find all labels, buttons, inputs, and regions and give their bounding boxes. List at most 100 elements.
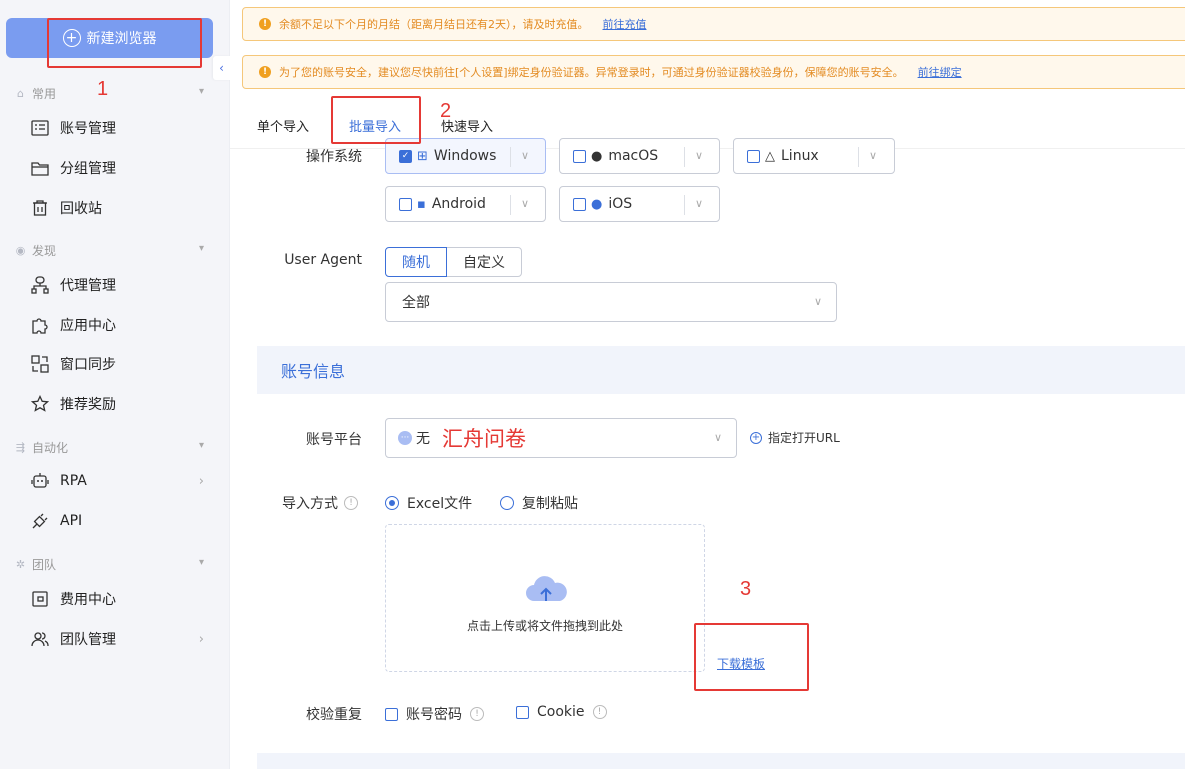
os-linux-option[interactable]: △ Linux ∨ xyxy=(733,138,895,174)
chevron-down-icon[interactable]: ∨ xyxy=(521,197,529,210)
checkbox-checked-icon: ✓ xyxy=(399,149,412,163)
platform-value: 无 xyxy=(416,431,430,447)
chevron-down-icon[interactable]: ∨ xyxy=(869,149,877,162)
balance-alert: ! 余额不足以下个月的月结（距离月结日还有2天），请及时充值。 前往充值 xyxy=(242,7,1185,41)
info-icon[interactable]: ! xyxy=(470,707,484,721)
sidebar-item-accounts[interactable]: 账号管理 xyxy=(30,116,210,140)
recharge-link[interactable]: 前往充值 xyxy=(603,16,647,32)
users-icon xyxy=(30,629,50,649)
import-excel-radio[interactable]: Excel文件 xyxy=(385,493,472,513)
annotation-number-3: 3 xyxy=(740,578,752,600)
os-label: 操作系统 xyxy=(306,149,362,165)
open-url-label: 指定打开URL xyxy=(768,431,840,445)
open-url-button[interactable]: + 指定打开URL xyxy=(750,429,840,446)
warning-icon: ! xyxy=(259,66,271,78)
dup-cookie-checkbox[interactable]: Cookie ! xyxy=(516,704,607,720)
os-name: Android xyxy=(431,196,486,212)
wallet-icon xyxy=(30,589,50,609)
sidebar-item-api[interactable]: API xyxy=(30,509,210,533)
import-paste-radio[interactable]: 复制粘贴 xyxy=(500,493,578,513)
android-icon: ▪ xyxy=(417,196,426,212)
checkbox-label: Cookie xyxy=(537,704,585,720)
sidebar-item-label: 窗口同步 xyxy=(60,357,116,373)
os-android-option[interactable]: ▪ Android ∨ xyxy=(385,186,546,222)
group-header-discover[interactable]: ◉ 发现 ▾ xyxy=(14,241,204,259)
sidebar-item-label: 应用中心 xyxy=(60,318,116,334)
group-label: 自动化 xyxy=(32,440,69,455)
alert-text: 为了您的账号安全，建议您尽快前往[个人设置]绑定身份验证器。异常登录时，可通过身… xyxy=(279,66,904,79)
dup-check-label: 校验重复 xyxy=(306,707,362,723)
checkbox-icon xyxy=(385,707,398,721)
chevron-right-icon: › xyxy=(198,473,204,489)
sidebar-item-billing[interactable]: 费用中心 xyxy=(30,587,210,611)
sync-window-icon xyxy=(30,354,50,374)
sidebar-item-team[interactable]: 团队管理 › xyxy=(30,627,210,651)
annotation-number-2: 2 xyxy=(440,100,452,122)
sidebar-item-groups[interactable]: 分组管理 xyxy=(30,156,210,180)
group-label: 团队 xyxy=(32,557,57,572)
checkbox-label: 账号密码 xyxy=(406,707,462,723)
file-upload-dropzone[interactable]: 点击上传或将文件拖拽到此处 xyxy=(385,524,705,672)
list-icon xyxy=(30,118,50,138)
sidebar-item-proxy[interactable]: 代理管理 xyxy=(30,273,210,297)
os-name: iOS xyxy=(608,196,633,212)
sidebar-item-rewards[interactable]: 推荐奖励 xyxy=(30,392,210,416)
import-method-label: 导入方式 xyxy=(282,496,338,512)
next-section-strip xyxy=(257,753,1185,769)
apple-icon: ● xyxy=(591,148,603,164)
upload-hint: 点击上传或将文件拖拽到此处 xyxy=(466,619,623,633)
info-icon[interactable]: ! xyxy=(592,705,607,719)
windows-icon: ⊞ xyxy=(417,148,428,164)
chevron-down-icon: ▾ xyxy=(198,86,204,97)
handwritten-note: 汇舟问卷 xyxy=(442,427,526,451)
account-info-section: 账号信息 xyxy=(257,346,1185,394)
chevron-down-icon[interactable]: ∨ xyxy=(695,149,703,162)
checkbox-icon xyxy=(399,197,412,211)
sidebar: + 新建浏览器 ‹ ⌂ 常用 ▾ 账号管理 分组管理 回收站 ◉ 发现 ▾ 代理… xyxy=(0,0,230,769)
dup-password-checkbox[interactable]: 账号密码 ! xyxy=(385,704,484,724)
api-plug-icon xyxy=(30,511,50,531)
checkbox-icon xyxy=(573,149,586,163)
chevron-down-icon: ▾ xyxy=(198,440,204,451)
ua-select[interactable]: 全部 ∨ xyxy=(385,282,837,322)
gear-icon: ✲ xyxy=(15,557,26,571)
group-header-automation[interactable]: ⇶ 自动化 ▾ xyxy=(14,438,204,456)
chevron-down-icon: ∨ xyxy=(813,295,822,308)
home-icon: ⌂ xyxy=(17,86,24,100)
puzzle-icon xyxy=(30,315,50,335)
radio-selected-icon xyxy=(385,496,399,510)
sidebar-item-label: 代理管理 xyxy=(60,278,116,294)
import-method-label-group: 导入方式 ! xyxy=(282,493,358,513)
group-header-common[interactable]: ⌂ 常用 ▾ xyxy=(14,84,204,102)
sidebar-item-rpa[interactable]: RPA › xyxy=(30,469,210,493)
os-macos-option[interactable]: ● macOS ∨ xyxy=(559,138,720,174)
radio-label: Excel文件 xyxy=(407,496,473,512)
platform-select[interactable]: ··· 无 汇舟问卷 ∨ xyxy=(385,418,737,458)
group-label: 常用 xyxy=(32,86,57,101)
plus-circle-icon: + xyxy=(750,431,762,444)
ios-icon: ● xyxy=(591,196,603,212)
ua-custom-button[interactable]: 自定义 xyxy=(446,247,522,277)
group-label: 发现 xyxy=(32,243,57,258)
sidebar-item-recycle[interactable]: 回收站 xyxy=(30,196,210,220)
warning-icon: ! xyxy=(259,18,271,30)
security-alert: ! 为了您的账号安全，建议您尽快前往[个人设置]绑定身份验证器。异常登录时，可通… xyxy=(242,55,1185,89)
ua-label: User Agent xyxy=(284,252,362,268)
checkbox-icon xyxy=(747,149,760,163)
chevron-down-icon[interactable]: ∨ xyxy=(695,197,703,210)
tab-single-import[interactable]: 单个导入 xyxy=(257,116,309,135)
collapse-sidebar-button[interactable]: ‹ xyxy=(213,56,230,80)
ua-random-button[interactable]: 随机 xyxy=(385,247,447,277)
robot-icon xyxy=(30,471,50,491)
sidebar-item-apps[interactable]: 应用中心 xyxy=(30,313,210,337)
section-title: 账号信息 xyxy=(281,362,346,381)
group-header-team[interactable]: ✲ 团队 ▾ xyxy=(14,555,204,573)
star-icon xyxy=(30,394,50,414)
info-icon[interactable]: ! xyxy=(344,496,358,510)
alert-text: 余额不足以下个月的月结（距离月结日还有2天），请及时充值。 xyxy=(279,18,589,31)
sidebar-item-sync[interactable]: 窗口同步 xyxy=(30,352,210,376)
folder-icon xyxy=(30,158,50,178)
os-ios-option[interactable]: ● iOS ∨ xyxy=(559,186,720,222)
chevron-down-icon[interactable]: ∨ xyxy=(521,149,529,162)
bind-link[interactable]: 前往绑定 xyxy=(918,64,962,80)
